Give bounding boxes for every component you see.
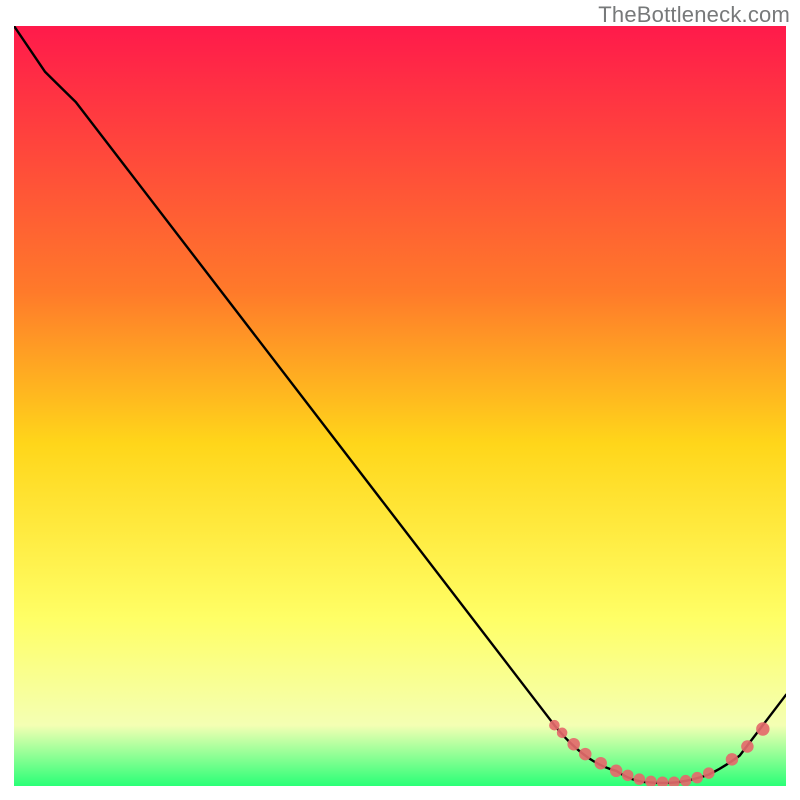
marker-dot [691, 772, 703, 784]
marker-dot [594, 757, 606, 769]
marker-dot [756, 722, 769, 735]
watermark-label: TheBottleneck.com [598, 2, 790, 28]
marker-dot [579, 748, 591, 760]
plot-area [14, 26, 786, 786]
marker-dot [726, 753, 738, 765]
marker-dot [549, 720, 560, 731]
marker-dot [567, 738, 579, 750]
marker-dot [634, 773, 646, 785]
marker-dot [622, 770, 634, 782]
marker-dot [741, 740, 753, 752]
gradient-background [14, 26, 786, 786]
marker-dot [680, 775, 692, 786]
chart-frame: TheBottleneck.com [0, 0, 800, 800]
marker-dot [557, 728, 568, 739]
marker-dot [703, 767, 715, 779]
bottleneck-chart [14, 26, 786, 786]
marker-dot [610, 765, 622, 777]
